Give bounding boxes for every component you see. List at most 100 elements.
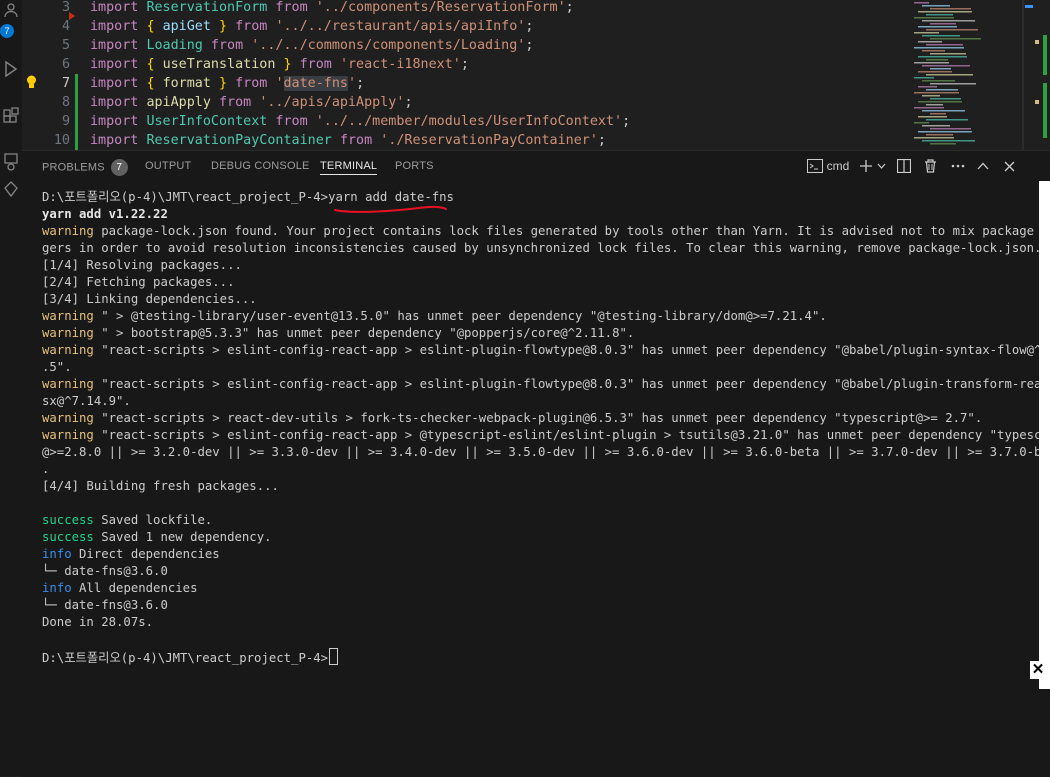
remote-explorer-icon[interactable] <box>0 152 22 172</box>
terminal-text: D:\포트폴리오(p-4)\JMT\react_project_P-4>yarn… <box>42 190 454 204</box>
code-token: '../../member/modules/UserInfoContext' <box>315 114 623 129</box>
code-token: UserInfoContext <box>146 114 268 129</box>
code-line[interactable]: 8 import apiApply from '../apis/apiApply'… <box>22 93 902 112</box>
code-token: } <box>275 57 292 72</box>
terminal-text: info <box>42 581 72 595</box>
minimap-line <box>922 5 950 7</box>
code-line[interactable]: 10 import ReservationPayContainer from '.… <box>22 131 902 150</box>
terminal-line: info Direct dependencies <box>42 546 220 563</box>
minimap-line <box>930 68 951 70</box>
minimap-line <box>930 98 961 100</box>
extensions-icon[interactable] <box>0 106 22 124</box>
terminal-line: warning "react-scripts > eslint-config-r… <box>42 342 1050 359</box>
code-line[interactable]: 6 import { useTranslation } from 'react-i… <box>22 55 902 74</box>
close-panel-button[interactable] <box>1001 156 1017 176</box>
terminal-scrollbar-thumb[interactable] <box>1039 181 1050 689</box>
code-token: from <box>291 57 340 72</box>
terminal-line: D:\포트폴리오(p-4)\JMT\react_project_P-4>yarn… <box>42 189 454 206</box>
run-debug-icon[interactable] <box>0 60 22 78</box>
terminal-line: warning "react-scripts > react-dev-utils… <box>42 410 982 427</box>
code-line[interactable]: 5 import Loading from '../../commons/comp… <box>22 36 902 55</box>
terminal-text: warning <box>42 411 94 425</box>
minimap-line <box>926 44 963 46</box>
activity-bar: 7 <box>0 0 22 776</box>
code-token: ReservationForm <box>146 0 268 15</box>
line-number: 6 <box>61 57 70 72</box>
terminal-text: warning <box>42 343 94 357</box>
terminal-line: success Saved 1 new dependency. <box>42 529 272 546</box>
minimap-line <box>930 113 946 115</box>
code-token: Loading <box>146 38 203 53</box>
minimap-line <box>922 110 965 112</box>
testing-icon[interactable] <box>0 180 22 198</box>
code-token: import <box>90 133 147 148</box>
lightbulb-icon[interactable] <box>26 75 37 89</box>
code-token: ; <box>356 76 365 91</box>
minimap-line <box>914 62 949 64</box>
code-line[interactable]: 9 import UserInfoContext from '../../memb… <box>22 112 902 131</box>
terminal-scrollbar[interactable] <box>1036 181 1050 777</box>
terminal-launch-profile-button[interactable] <box>875 156 887 176</box>
account-icon[interactable] <box>0 2 22 18</box>
minimap-line <box>918 101 962 103</box>
minimap-line <box>918 131 972 133</box>
code-line[interactable]: 4 import { apiGet } from '../../restauran… <box>22 17 902 36</box>
terminal-text: └─ date-fns@3.6.0 <box>42 564 168 578</box>
tab-debug-console[interactable]: DEBUG CONSOLE <box>211 159 310 181</box>
code-token: '../apis/apiApply' <box>259 95 405 110</box>
terminal-profile-label: cmd <box>826 159 850 173</box>
tab-output[interactable]: OUTPUT <box>145 159 191 181</box>
code-token: } <box>210 19 228 34</box>
terminal-text: " > @testing-library/user-event@13.5.0" … <box>93 309 827 323</box>
problems-count-badge: 7 <box>110 159 128 176</box>
overlay-close-icon[interactable]: ✕ <box>1030 661 1046 679</box>
minimap-line <box>914 32 939 34</box>
code-editor[interactable]: 3 import ReservationForm from '../compone… <box>22 0 1050 150</box>
split-terminal-button[interactable] <box>896 156 912 176</box>
code-token: ; <box>622 114 631 129</box>
terminal-line: └─ date-fns@3.6.0 <box>42 597 168 614</box>
minimap-line <box>914 77 934 79</box>
maximize-panel-button[interactable] <box>975 156 991 176</box>
terminal-text: Saved lockfile. <box>93 513 213 527</box>
tab-ports[interactable]: PORTS <box>395 159 434 181</box>
code-token: { <box>146 76 163 91</box>
terminal-text: "react-scripts > eslint-config-react-app… <box>93 428 1050 442</box>
tab-problems[interactable]: PROBLEMS 7 <box>42 159 128 181</box>
code-token: { <box>146 57 163 72</box>
code-line[interactable]: 7 import { format } from 'date-fns'; <box>22 74 902 93</box>
tab-ports-label: PORTS <box>395 160 434 172</box>
kill-terminal-button[interactable] <box>922 156 938 176</box>
code-token: apiApply <box>146 95 211 110</box>
terminal-line: [2/4] Fetching packages... <box>42 274 235 291</box>
more-actions-button[interactable] <box>950 156 966 176</box>
code-line[interactable]: 3 import ReservationForm from '../compone… <box>22 0 902 17</box>
terminal-text: Direct dependencies <box>71 547 220 561</box>
terminal-text: Done in 28.07s. <box>42 615 154 629</box>
minimap-line <box>922 140 975 142</box>
terminal-text: "react-scripts > react-dev-utils > fork-… <box>93 411 983 425</box>
minimap[interactable] <box>910 0 1020 150</box>
minimap-line <box>922 125 950 127</box>
terminal-text: [3/4] Linking dependencies... <box>42 292 257 306</box>
terminal-text: success <box>42 530 94 544</box>
minimap-line <box>926 14 953 16</box>
editor-scrollbar[interactable] <box>1022 0 1050 150</box>
code-token: ReservationPayContainer <box>146 133 332 148</box>
tab-problems-label: PROBLEMS <box>42 161 105 174</box>
terminal-text: Saved 1 new dependency. <box>93 530 272 544</box>
minimap-line <box>914 2 929 4</box>
terminal-text: yarn add v1.22.22 <box>42 207 168 221</box>
new-terminal-button[interactable] <box>858 156 874 176</box>
terminal-line: info All dependencies <box>42 580 197 597</box>
code-token: import <box>90 76 147 91</box>
chevron-down-icon <box>877 163 885 169</box>
minimap-line <box>922 50 945 52</box>
minimap-line <box>922 80 955 82</box>
tab-terminal[interactable]: TERMINAL <box>320 159 378 175</box>
terminal-line: sx@^7.14.9". <box>42 393 131 410</box>
code-token: '../../restaurant/apis/apiInfo' <box>275 19 526 34</box>
minimap-line <box>918 26 957 28</box>
terminal-profile-selector[interactable]: cmd <box>805 156 851 176</box>
minimap-line <box>926 29 978 31</box>
